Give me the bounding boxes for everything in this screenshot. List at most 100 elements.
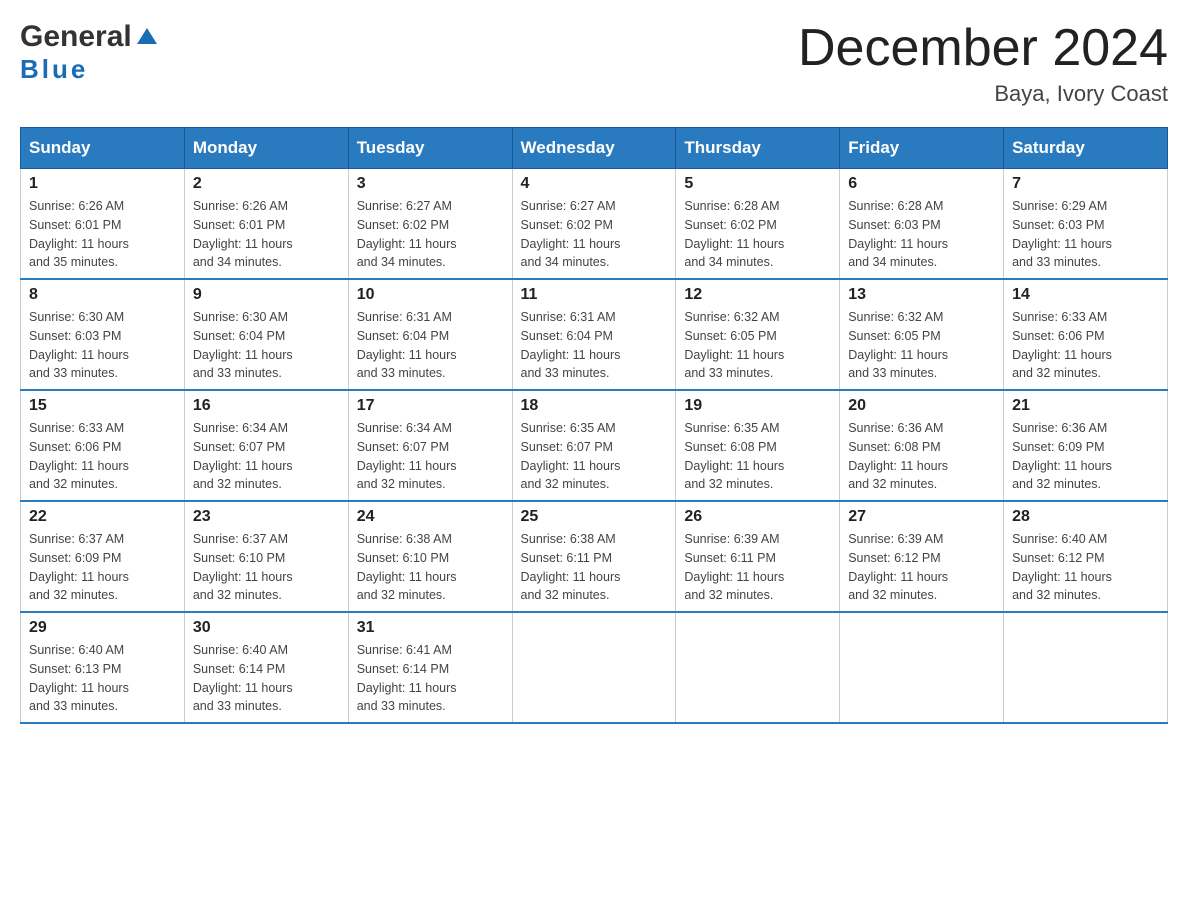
day-number: 23 [193,508,340,526]
calendar-cell: 26 Sunrise: 6:39 AMSunset: 6:11 PMDayligh… [676,501,840,612]
calendar-cell: 28 Sunrise: 6:40 AMSunset: 6:12 PMDayligh… [1004,501,1168,612]
week-row-5: 29Sunrise: 6:40 AMSunset: 6:13 PMDayligh… [21,612,1168,723]
day-number: 29 [29,619,176,637]
day-number: 16 [193,397,340,415]
calendar-cell: 21 Sunrise: 6:36 AMSunset: 6:09 PMDayligh… [1004,390,1168,501]
calendar-cell: 17Sunrise: 6:34 AMSunset: 6:07 PMDayligh… [348,390,512,501]
day-number: 10 [357,286,504,304]
header-cell-saturday: Saturday [1004,128,1168,169]
week-row-2: 8 Sunrise: 6:30 AMSunset: 6:03 PMDaylight… [21,279,1168,390]
day-info: Sunrise: 6:38 AMSunset: 6:11 PMDaylight:… [521,530,668,605]
day-number: 19 [684,397,831,415]
day-number: 3 [357,175,504,193]
day-number: 24 [357,508,504,526]
day-number: 18 [521,397,668,415]
day-info: Sunrise: 6:30 AMSunset: 6:03 PMDaylight:… [29,308,176,383]
calendar-cell: 29Sunrise: 6:40 AMSunset: 6:13 PMDayligh… [21,612,185,723]
header-cell-wednesday: Wednesday [512,128,676,169]
calendar-body: 1Sunrise: 6:26 AMSunset: 6:01 PMDaylight… [21,169,1168,724]
day-info: Sunrise: 6:27 AMSunset: 6:02 PMDaylight:… [521,197,668,272]
calendar-cell: 11 Sunrise: 6:31 AMSunset: 6:04 PMDayligh… [512,279,676,390]
day-info: Sunrise: 6:31 AMSunset: 6:04 PMDaylight:… [521,308,668,383]
week-row-1: 1Sunrise: 6:26 AMSunset: 6:01 PMDaylight… [21,169,1168,280]
day-number: 8 [29,286,176,304]
calendar-cell: 12Sunrise: 6:32 AMSunset: 6:05 PMDayligh… [676,279,840,390]
day-info: Sunrise: 6:36 AMSunset: 6:09 PMDaylight:… [1012,419,1159,494]
page-header: General Blue December 2024 Baya, Ivory C… [20,20,1168,107]
day-info: Sunrise: 6:38 AMSunset: 6:10 PMDaylight:… [357,530,504,605]
header-cell-sunday: Sunday [21,128,185,169]
calendar-cell: 31Sunrise: 6:41 AMSunset: 6:14 PMDayligh… [348,612,512,723]
day-info: Sunrise: 6:39 AMSunset: 6:12 PMDaylight:… [848,530,995,605]
day-info: Sunrise: 6:27 AMSunset: 6:02 PMDaylight:… [357,197,504,272]
day-info: Sunrise: 6:39 AMSunset: 6:11 PMDaylight:… [684,530,831,605]
day-number: 25 [521,508,668,526]
calendar-cell: 23 Sunrise: 6:37 AMSunset: 6:10 PMDayligh… [184,501,348,612]
calendar-cell: 4 Sunrise: 6:27 AMSunset: 6:02 PMDaylight… [512,169,676,280]
week-row-3: 15 Sunrise: 6:33 AMSunset: 6:06 PMDayligh… [21,390,1168,501]
calendar-table: SundayMondayTuesdayWednesdayThursdayFrid… [20,127,1168,724]
calendar-cell: 5Sunrise: 6:28 AMSunset: 6:02 PMDaylight… [676,169,840,280]
calendar-header: SundayMondayTuesdayWednesdayThursdayFrid… [21,128,1168,169]
day-info: Sunrise: 6:35 AMSunset: 6:08 PMDaylight:… [684,419,831,494]
day-number: 9 [193,286,340,304]
calendar-cell: 15 Sunrise: 6:33 AMSunset: 6:06 PMDayligh… [21,390,185,501]
day-info: Sunrise: 6:32 AMSunset: 6:05 PMDaylight:… [684,308,831,383]
header-cell-friday: Friday [840,128,1004,169]
calendar-cell: 8 Sunrise: 6:30 AMSunset: 6:03 PMDaylight… [21,279,185,390]
day-number: 13 [848,286,995,304]
calendar-cell: 6 Sunrise: 6:28 AMSunset: 6:03 PMDaylight… [840,169,1004,280]
day-number: 28 [1012,508,1159,526]
day-number: 26 [684,508,831,526]
logo-general-text: General [20,20,132,54]
day-info: Sunrise: 6:37 AMSunset: 6:09 PMDaylight:… [29,530,176,605]
calendar-cell [1004,612,1168,723]
day-number: 21 [1012,397,1159,415]
day-number: 14 [1012,286,1159,304]
title-block: December 2024 Baya, Ivory Coast [798,20,1168,107]
day-info: Sunrise: 6:30 AMSunset: 6:04 PMDaylight:… [193,308,340,383]
calendar-cell: 7 Sunrise: 6:29 AMSunset: 6:03 PMDaylight… [1004,169,1168,280]
calendar-cell: 16 Sunrise: 6:34 AMSunset: 6:07 PMDayligh… [184,390,348,501]
day-info: Sunrise: 6:35 AMSunset: 6:07 PMDaylight:… [521,419,668,494]
day-info: Sunrise: 6:40 AMSunset: 6:14 PMDaylight:… [193,641,340,716]
day-number: 4 [521,175,668,193]
day-info: Sunrise: 6:26 AMSunset: 6:01 PMDaylight:… [193,197,340,272]
location-title: Baya, Ivory Coast [798,81,1168,107]
calendar-cell: 19 Sunrise: 6:35 AMSunset: 6:08 PMDayligh… [676,390,840,501]
logo-blue-text: Blue [20,54,88,84]
logo-triangle-icon [136,26,158,48]
day-info: Sunrise: 6:33 AMSunset: 6:06 PMDaylight:… [29,419,176,494]
day-info: Sunrise: 6:29 AMSunset: 6:03 PMDaylight:… [1012,197,1159,272]
calendar-cell [840,612,1004,723]
day-info: Sunrise: 6:31 AMSunset: 6:04 PMDaylight:… [357,308,504,383]
day-number: 15 [29,397,176,415]
calendar-cell: 27 Sunrise: 6:39 AMSunset: 6:12 PMDayligh… [840,501,1004,612]
day-number: 30 [193,619,340,637]
calendar-cell: 24 Sunrise: 6:38 AMSunset: 6:10 PMDayligh… [348,501,512,612]
calendar-cell [676,612,840,723]
day-info: Sunrise: 6:40 AMSunset: 6:12 PMDaylight:… [1012,530,1159,605]
header-cell-thursday: Thursday [676,128,840,169]
day-info: Sunrise: 6:36 AMSunset: 6:08 PMDaylight:… [848,419,995,494]
logo: General Blue [20,20,158,85]
calendar-cell: 14Sunrise: 6:33 AMSunset: 6:06 PMDayligh… [1004,279,1168,390]
day-info: Sunrise: 6:26 AMSunset: 6:01 PMDaylight:… [29,197,176,272]
day-info: Sunrise: 6:37 AMSunset: 6:10 PMDaylight:… [193,530,340,605]
day-info: Sunrise: 6:32 AMSunset: 6:05 PMDaylight:… [848,308,995,383]
day-number: 11 [521,286,668,304]
week-row-4: 22Sunrise: 6:37 AMSunset: 6:09 PMDayligh… [21,501,1168,612]
day-number: 27 [848,508,995,526]
calendar-cell: 30 Sunrise: 6:40 AMSunset: 6:14 PMDayligh… [184,612,348,723]
calendar-cell: 13 Sunrise: 6:32 AMSunset: 6:05 PMDayligh… [840,279,1004,390]
month-title: December 2024 [798,20,1168,77]
day-number: 6 [848,175,995,193]
calendar-cell: 1Sunrise: 6:26 AMSunset: 6:01 PMDaylight… [21,169,185,280]
calendar-cell: 20Sunrise: 6:36 AMSunset: 6:08 PMDayligh… [840,390,1004,501]
day-info: Sunrise: 6:28 AMSunset: 6:03 PMDaylight:… [848,197,995,272]
header-cell-monday: Monday [184,128,348,169]
calendar-cell: 22Sunrise: 6:37 AMSunset: 6:09 PMDayligh… [21,501,185,612]
day-info: Sunrise: 6:41 AMSunset: 6:14 PMDaylight:… [357,641,504,716]
day-info: Sunrise: 6:34 AMSunset: 6:07 PMDaylight:… [193,419,340,494]
day-number: 7 [1012,175,1159,193]
